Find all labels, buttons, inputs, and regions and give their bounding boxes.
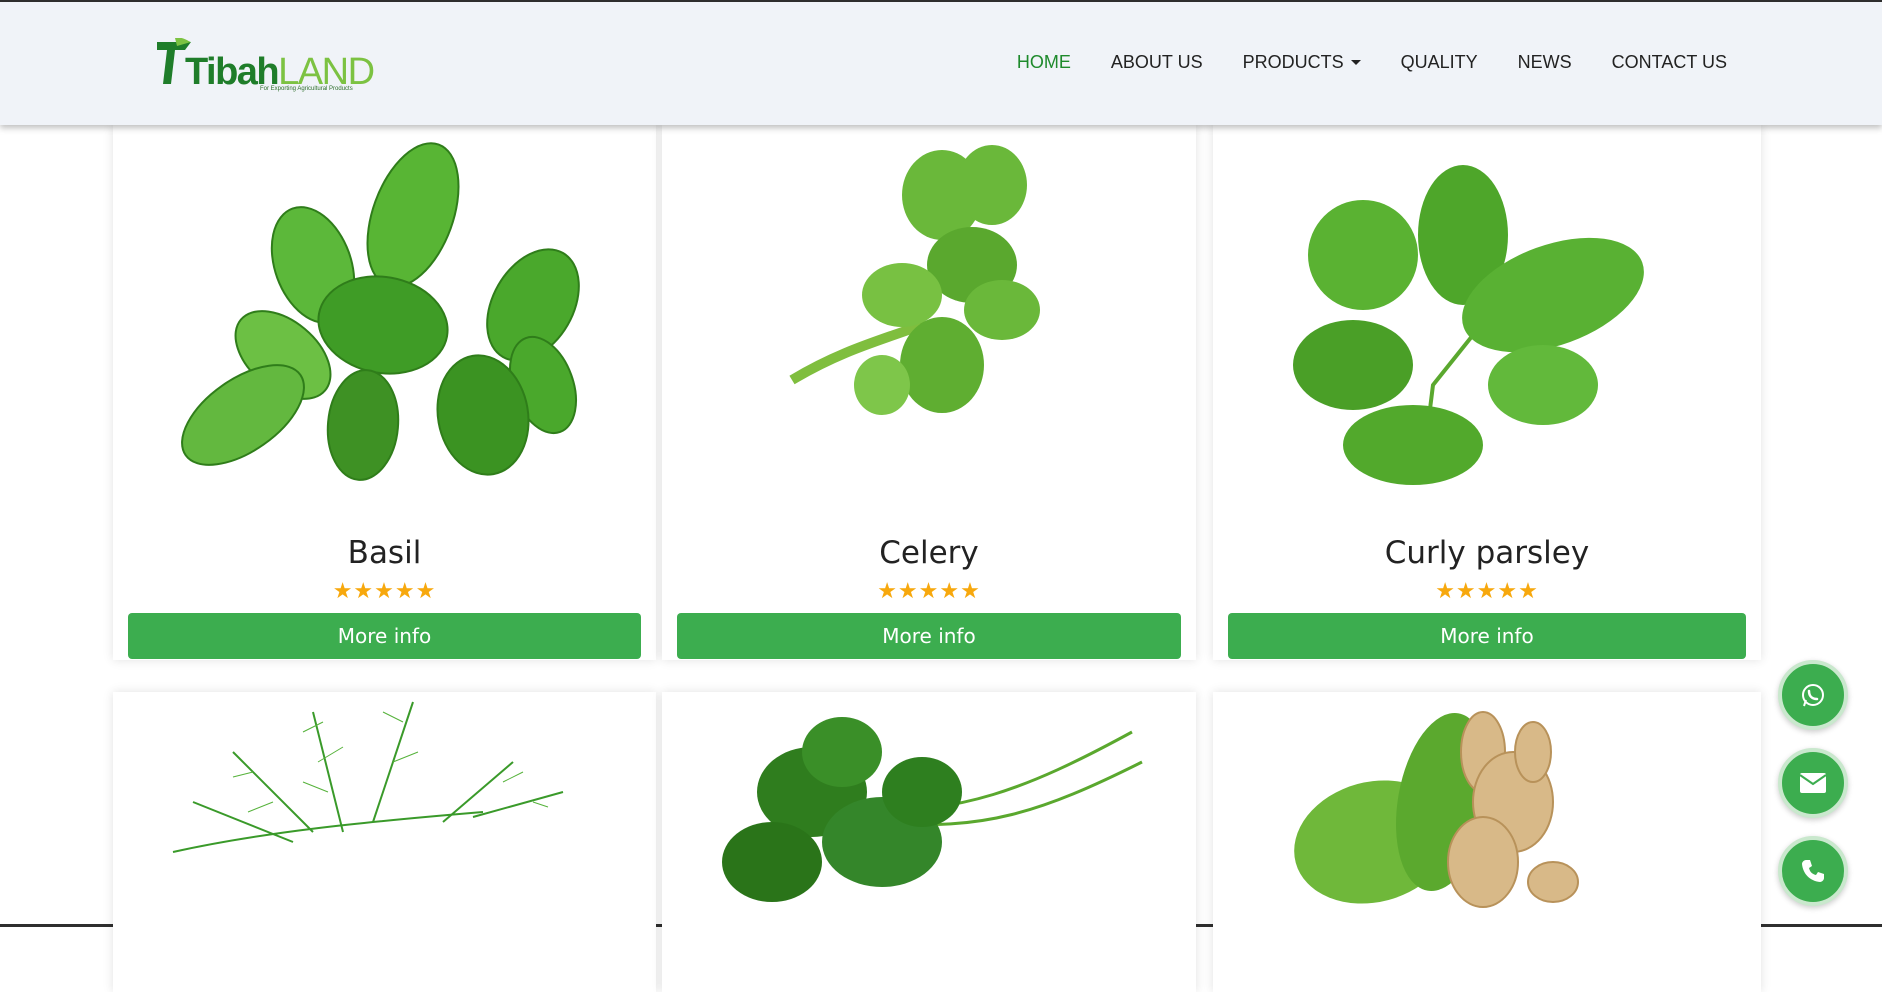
curly-parsley-image	[1293, 165, 1644, 485]
celery-image	[789, 145, 1040, 415]
more-info-button[interactable]: More info	[1228, 613, 1746, 659]
ginger-image	[1294, 711, 1579, 908]
parsley-image	[722, 717, 1143, 902]
nav-about-us[interactable]: ABOUT US	[1111, 52, 1203, 73]
email-button[interactable]	[1778, 748, 1848, 818]
basil-image	[181, 142, 580, 481]
product-title: Celery	[879, 535, 979, 571]
logo[interactable]: TibahLAND For Exporting Agricultural Pro…	[155, 38, 375, 96]
star-rating-icons: ★★★★★	[332, 579, 437, 604]
nav-news[interactable]: NEWS	[1518, 52, 1572, 73]
product-title: Curly parsley	[1384, 535, 1590, 571]
chevron-down-icon	[1350, 60, 1361, 65]
nav-menu: HOME ABOUT US PRODUCTS QUALITY NEWS CONT…	[1017, 52, 1727, 73]
whatsapp-icon	[1802, 684, 1824, 707]
product-title: Basil	[347, 535, 422, 571]
nav-about-label: ABOUT US	[1110, 52, 1203, 72]
nav-products-label: PRODUCTS	[1242, 52, 1344, 72]
star-rating-icons: ★★★★★	[877, 579, 981, 604]
more-info-button[interactable]: More info	[128, 613, 641, 659]
product-card-celery: Celery ★★★★★ More info	[662, 125, 1196, 660]
product-card-ginger	[1213, 692, 1761, 992]
phone-icon	[1802, 860, 1824, 882]
dill-image	[172, 701, 564, 853]
nav-news-label: NEWS	[1517, 52, 1572, 72]
product-card-basil: Basil ★★★★★ More info	[113, 125, 656, 660]
nav-home-label: HOME	[1016, 52, 1071, 72]
nav-quality[interactable]: QUALITY	[1401, 52, 1478, 73]
nav-home[interactable]: HOME	[1017, 52, 1071, 73]
nav-contact-label: CONTACT US	[1611, 52, 1727, 72]
brand-tagline: For Exporting Agricultural Products	[260, 86, 353, 92]
nav-contact-us[interactable]: CONTACT US	[1612, 52, 1727, 73]
product-card-parsley	[662, 692, 1196, 992]
phone-button[interactable]	[1778, 836, 1848, 906]
navbar: TibahLAND For Exporting Agricultural Pro…	[0, 2, 1882, 125]
product-card-curly-parsley: Curly parsley ★★★★★ More info	[1213, 125, 1761, 660]
envelope-icon	[1799, 773, 1827, 793]
star-rating-icons: ★★★★★	[1435, 579, 1539, 604]
whatsapp-button[interactable]	[1778, 660, 1848, 730]
product-card-dill	[113, 692, 656, 992]
nav-products[interactable]: PRODUCTS	[1243, 52, 1361, 73]
more-info-button[interactable]: More info	[677, 613, 1181, 659]
nav-quality-label: QUALITY	[1400, 52, 1478, 72]
